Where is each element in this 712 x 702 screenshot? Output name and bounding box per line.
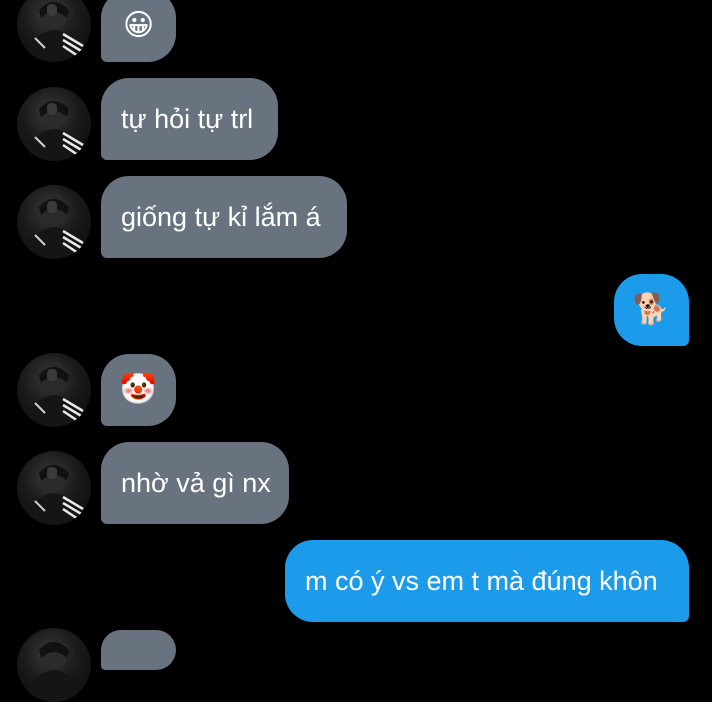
profile-photo-icon [27,639,81,702]
profile-photo-icon [27,0,84,62]
profile-photo-icon [27,462,84,525]
profile-photo-icon [27,98,84,161]
message-bubble[interactable]: m có ý vs em t mà đúng khôn [285,540,689,622]
avatar[interactable] [17,628,91,702]
message-bubble[interactable]: giống tự kỉ lắm á [101,176,347,258]
message-bubble[interactable]: nhờ vả gì nx [101,442,289,524]
profile-photo-icon [27,196,84,259]
profile-photo-icon [27,364,84,427]
avatar[interactable] [17,185,91,259]
message-bubble[interactable] [101,630,176,670]
avatar[interactable] [17,0,91,62]
avatar[interactable] [17,87,91,161]
message-bubble[interactable]: 🐕 [614,274,689,346]
message-bubble[interactable]: 🤡 [101,354,176,426]
message-bubble[interactable]: tự hỏi tự trl [101,78,278,160]
avatar[interactable] [17,451,91,525]
avatar[interactable] [17,353,91,427]
message-bubble[interactable]: 😀 [101,0,176,62]
